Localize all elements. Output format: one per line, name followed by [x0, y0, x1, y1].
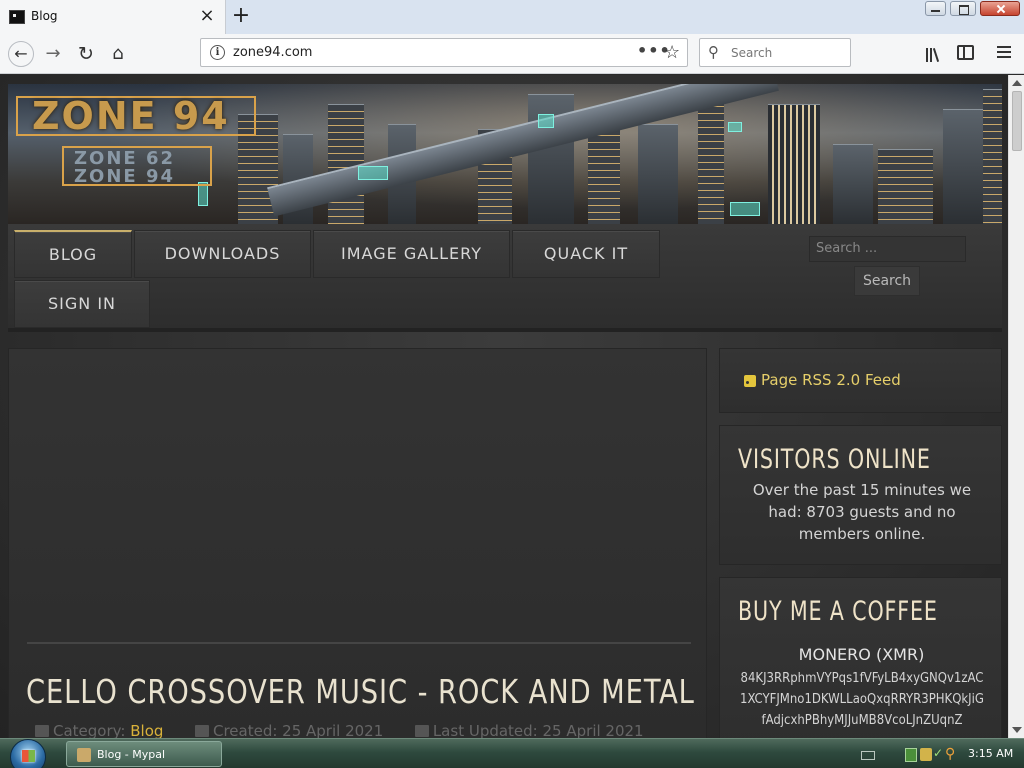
taskbar: Blog - Mypal ✓ ⚲ 3:15 AM: [0, 738, 1024, 768]
window-minimize-button[interactable]: [925, 1, 946, 16]
rss-icon: [744, 375, 756, 387]
reload-button[interactable]: ↻: [74, 42, 98, 66]
page-viewport: ZONE 94 ZONE 62 ZONE 94 BLOG DOWNLOADS I…: [0, 75, 1008, 738]
checkmark-icon[interactable]: ✓: [933, 746, 943, 760]
visitors-widget: VISITORS ONLINE Over the past 15 minutes…: [719, 425, 1002, 565]
taskbar-item-mypal[interactable]: Blog - Mypal: [66, 741, 222, 767]
clock[interactable]: 3:15 AM: [968, 747, 1013, 760]
logo-sub-text-2: ZONE 94: [74, 166, 176, 187]
browser-search-placeholder: Search: [731, 46, 773, 60]
site-search-input[interactable]: Search ...: [809, 236, 966, 262]
hamburger-menu-icon[interactable]: [997, 46, 1013, 60]
visitors-text: Over the past 15 minutes we had: 8703 gu…: [752, 481, 972, 543]
calendar-icon: [414, 725, 429, 737]
menu-item-image-gallery[interactable]: IMAGE GALLERY: [313, 230, 510, 278]
visitors-title: VISITORS ONLINE: [738, 444, 931, 475]
tab-blog[interactable]: Blog ×: [0, 0, 226, 34]
site-menu: BLOG DOWNLOADS IMAGE GALLERY QUACK IT SI…: [8, 224, 1002, 332]
start-button[interactable]: [8, 739, 48, 768]
address-bar[interactable]: i zone94.com ••• ☆: [200, 38, 688, 67]
menu-item-downloads[interactable]: DOWNLOADS: [134, 230, 311, 278]
category-link[interactable]: Blog: [130, 722, 163, 738]
article-card: CELLO CROSSOVER MUSIC - ROCK AND METAL C…: [8, 348, 707, 738]
window-maximize-button[interactable]: [950, 1, 976, 16]
tab-title: Blog: [31, 9, 58, 23]
tab-bar: Blog × +: [0, 0, 1024, 34]
updated-date: Last Updated: 25 April 2021: [432, 722, 644, 738]
scroll-down-icon[interactable]: [1012, 727, 1022, 733]
scrollbar-thumb[interactable]: [1012, 91, 1022, 151]
header-banner: ZONE 94 ZONE 62 ZONE 94: [8, 84, 1002, 224]
coin-name: MONERO (XMR): [798, 645, 925, 664]
article-title[interactable]: CELLO CROSSOVER MUSIC - ROCK AND METAL: [26, 672, 694, 711]
windows-logo-icon: [10, 739, 46, 768]
menu-item-quack-it[interactable]: QUACK IT: [512, 230, 660, 278]
rss-feed-link[interactable]: Page RSS 2.0 Feed: [761, 371, 901, 389]
security-icon[interactable]: [920, 748, 932, 761]
browser-search-input[interactable]: ⚲ Search: [699, 38, 851, 67]
window-close-button[interactable]: [980, 1, 1020, 16]
created-date: Created: 25 April 2021: [212, 722, 384, 738]
coffee-widget: BUY ME A COFFEE MONERO (XMR) 84KJ3RRphmV…: [719, 577, 1002, 738]
rss-widget: Page RSS 2.0 Feed: [719, 348, 1002, 413]
tab-close-icon[interactable]: ×: [199, 7, 215, 25]
site-favicon-icon: [9, 10, 25, 24]
mypal-icon: [77, 748, 91, 762]
article-meta: Category: Blog Created: 25 April 2021 La…: [35, 722, 644, 738]
network-icon[interactable]: [905, 748, 917, 762]
taskbar-item-label: Blog - Mypal: [97, 748, 166, 761]
url-text[interactable]: zone94.com: [233, 45, 312, 60]
folder-icon: [35, 725, 49, 737]
new-tab-button[interactable]: +: [229, 4, 253, 28]
site-info-icon[interactable]: i: [210, 45, 225, 60]
category-label: Category:: [53, 722, 131, 738]
sidebar-toggle-icon[interactable]: [957, 45, 974, 60]
search-icon: ⚲: [708, 43, 719, 61]
coffee-title: BUY ME A COFFEE: [738, 596, 938, 627]
tray-search-icon[interactable]: ⚲: [945, 746, 955, 762]
scroll-up-icon[interactable]: [1012, 80, 1022, 86]
menu-item-blog[interactable]: BLOG: [14, 230, 132, 278]
navigation-toolbar: ← → ↻ ⌂ i zone94.com ••• ☆ ⚲ Search: [0, 34, 1024, 74]
bookmark-star-icon[interactable]: ☆: [664, 42, 680, 63]
article-divider: [27, 642, 691, 644]
back-button[interactable]: ←: [8, 41, 34, 67]
forward-button[interactable]: →: [41, 42, 65, 66]
wallet-address: 84KJ3RRphmVYPqs1fVFyLB4xyGNQv1zAC1XCYFJM…: [740, 671, 984, 728]
calendar-icon: [194, 725, 209, 737]
menu-item-sign-in[interactable]: SIGN IN: [14, 280, 150, 328]
library-icon[interactable]: [924, 44, 944, 62]
home-button[interactable]: ⌂: [106, 42, 130, 66]
logo-main-text: ZONE 94: [32, 94, 230, 138]
page-scrollbar[interactable]: [1008, 75, 1024, 738]
site-search-button[interactable]: Search: [854, 266, 920, 296]
keyboard-icon[interactable]: [861, 751, 875, 760]
